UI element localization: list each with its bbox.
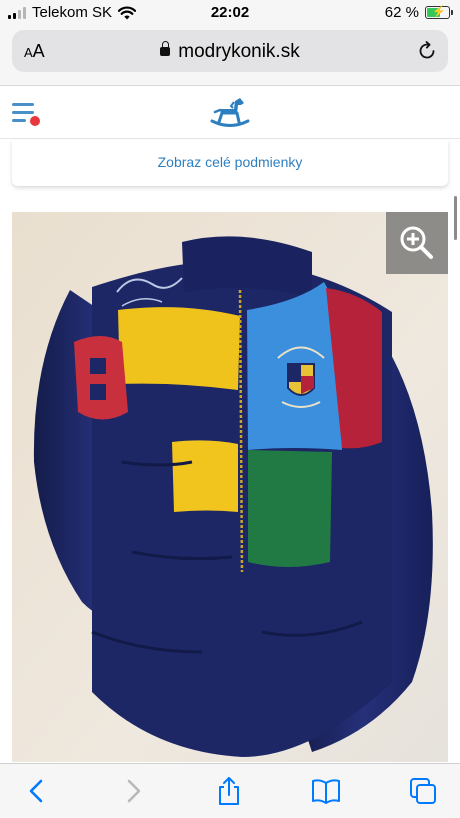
- conditions-card: Zobraz celé podmienky: [12, 140, 448, 186]
- tabs-icon[interactable]: [408, 776, 438, 806]
- zoom-button[interactable]: [386, 212, 448, 274]
- battery-icon: ⚡: [425, 6, 453, 19]
- address-bar[interactable]: AA modrykonik.sk: [12, 30, 448, 72]
- back-icon[interactable]: [22, 776, 52, 806]
- notification-dot: [30, 116, 40, 126]
- bookmarks-icon[interactable]: [311, 776, 341, 806]
- url-text: modrykonik.sk: [178, 41, 300, 62]
- status-right: 62 % ⚡: [384, 4, 453, 21]
- jacket-image: [12, 212, 448, 762]
- hamburger-menu-icon[interactable]: [12, 101, 42, 127]
- browser-address-area: AA modrykonik.sk: [0, 26, 460, 86]
- conditions-link[interactable]: Zobraz celé podmienky: [158, 154, 303, 170]
- site-header: [0, 87, 460, 139]
- browser-toolbar: [0, 763, 460, 818]
- product-photo[interactable]: [12, 212, 448, 762]
- url-display[interactable]: modrykonik.sk: [12, 41, 448, 63]
- status-bar: Telekom SK 22:02 62 % ⚡: [0, 0, 460, 26]
- battery-percent: 62 %: [384, 4, 419, 21]
- zoom-in-icon: [400, 226, 433, 259]
- lock-icon: [160, 41, 171, 56]
- forward-icon[interactable]: [118, 776, 148, 806]
- rocking-horse-logo[interactable]: [210, 95, 250, 129]
- scrollbar[interactable]: [454, 196, 457, 240]
- share-icon[interactable]: [214, 776, 244, 806]
- reload-icon[interactable]: [416, 40, 438, 62]
